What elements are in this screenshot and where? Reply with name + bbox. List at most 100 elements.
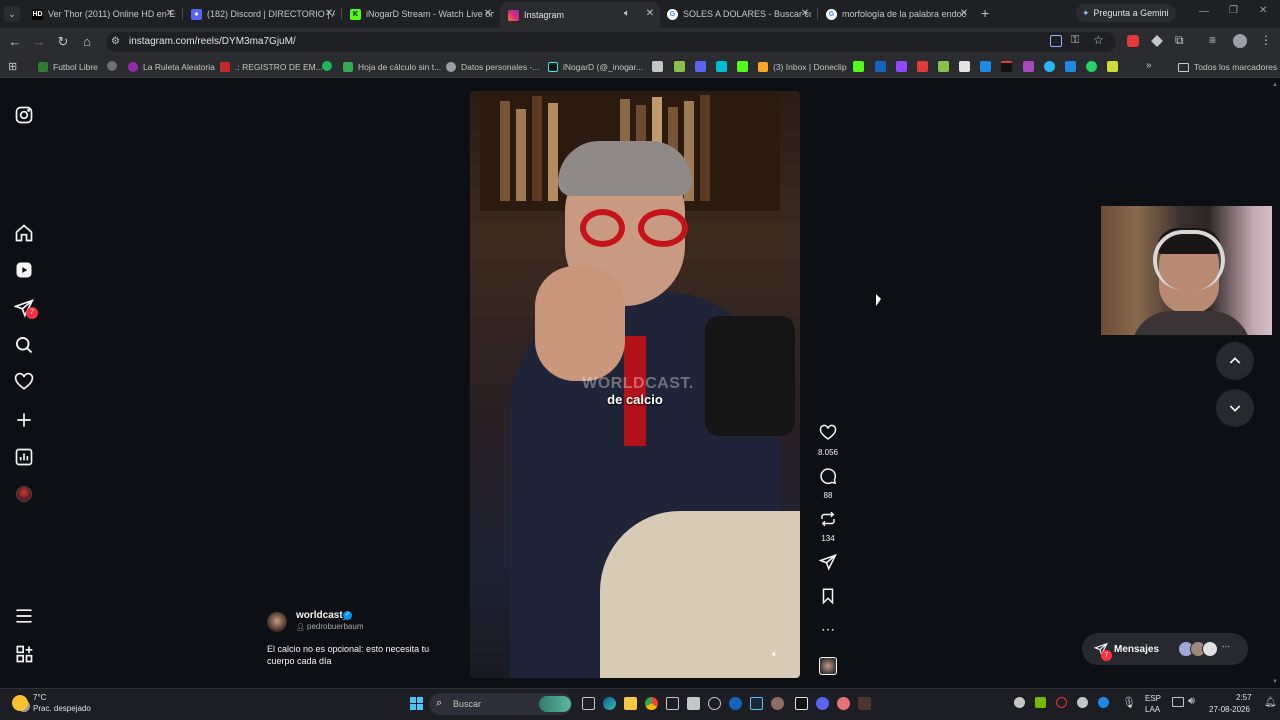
comment-button[interactable]: 88 xyxy=(812,467,844,500)
close-window-button[interactable]: ✕ xyxy=(1259,5,1267,16)
tray-icon-3[interactable] xyxy=(1098,697,1109,708)
bookmark-icon-6[interactable] xyxy=(875,61,886,72)
password-key-icon[interactable]: ⚿ xyxy=(1071,34,1079,47)
reading-list-icon[interactable]: ≡ xyxy=(1209,33,1216,47)
tab-kick[interactable]: K iNogarD Stream - Watch Live on ✕ xyxy=(350,4,494,24)
discord-taskbar-icon[interactable] xyxy=(816,697,829,710)
capcut-icon[interactable] xyxy=(795,697,808,710)
create-plus-icon[interactable] xyxy=(14,410,34,430)
audio-credit[interactable]: pedrobuerbaum xyxy=(307,622,363,631)
tab-discord[interactable]: ● (182) Discord | DIRECTORIO | Al ✕ xyxy=(191,4,335,24)
home-icon[interactable] xyxy=(14,223,34,243)
share-button[interactable] xyxy=(812,553,844,576)
file-explorer-icon[interactable] xyxy=(624,697,637,710)
tray-steam-icon[interactable] xyxy=(1077,697,1088,708)
bookmark-icon-4[interactable] xyxy=(716,61,727,72)
whatsapp-bookmark-icon[interactable] xyxy=(1086,61,1097,72)
reel-video[interactable]: WORLDCAST. de calcio 🔈︎ xyxy=(470,91,800,678)
bookmark-icon-7[interactable] xyxy=(917,61,928,72)
more-apps-icon[interactable] xyxy=(14,644,34,664)
bookmark-icon-1[interactable] xyxy=(652,61,663,72)
bookmark-icon-2[interactable] xyxy=(674,61,685,72)
author-username[interactable]: worldcast_ xyxy=(296,610,348,621)
bookmark-icon-13[interactable] xyxy=(1044,61,1055,72)
kick-bookmark-icon[interactable] xyxy=(737,61,748,72)
bookmark-hoja-calculo[interactable]: Hoja de cálculo sin t... xyxy=(343,60,441,74)
network-icon[interactable] xyxy=(1172,697,1184,707)
clock-time[interactable]: 2:57 xyxy=(1236,693,1252,702)
notifications-heart-icon[interactable] xyxy=(14,372,34,392)
url-text[interactable]: instagram.com/reels/DYM3ma7GjuM/ xyxy=(129,36,296,47)
install-app-icon[interactable] xyxy=(1050,35,1062,47)
extensions-puzzle-icon[interactable]: ⧉ xyxy=(1175,33,1184,48)
bookmark-icon-12[interactable] xyxy=(1023,61,1034,72)
bookmark-datos-personales[interactable]: Datos personales -... xyxy=(446,60,539,74)
close-tab-icon[interactable]: ✕ xyxy=(799,8,811,19)
app-icon-7[interactable] xyxy=(858,697,871,710)
close-tab-icon[interactable]: ✕ xyxy=(958,8,970,19)
steam-icon[interactable] xyxy=(750,697,763,710)
windows-start-icon[interactable] xyxy=(410,697,423,710)
reels-icon[interactable] xyxy=(14,260,34,280)
weather-temp[interactable]: 7°C xyxy=(33,693,46,702)
next-reel-button[interactable] xyxy=(1216,389,1254,427)
microphone-icon[interactable]: 🎙︎ xyxy=(1122,696,1136,709)
nvidia-icon[interactable] xyxy=(1035,697,1046,708)
weather-icon[interactable] xyxy=(12,695,28,711)
bookmark-icon-14[interactable] xyxy=(1065,61,1076,72)
instagram-logo-icon[interactable] xyxy=(14,105,34,125)
repost-button[interactable]: 134 xyxy=(812,510,844,543)
bookmark-icon-11[interactable] xyxy=(1001,61,1012,72)
app-icon-2[interactable] xyxy=(687,697,700,710)
bookmark-icon-10[interactable] xyxy=(980,61,991,72)
speaker-icon[interactable]: 🔈︎ xyxy=(624,8,630,19)
close-tab-icon[interactable]: ✕ xyxy=(323,8,335,19)
menu-icon[interactable] xyxy=(14,606,34,626)
bookmark-icon-9[interactable] xyxy=(959,61,970,72)
bookmark-futbol-libre[interactable]: Futbol Libre xyxy=(38,60,98,74)
chrome-taskbar-icon[interactable] xyxy=(645,697,658,710)
edge-icon[interactable] xyxy=(603,697,616,710)
bookmark-ruleta[interactable]: La Ruleta Aleatoria xyxy=(128,60,215,74)
lang-top[interactable]: ESP xyxy=(1145,694,1161,703)
close-tab-icon[interactable]: ✕ xyxy=(644,8,656,19)
reload-icon[interactable]: ↻ xyxy=(55,34,71,50)
page-scrollbar[interactable] xyxy=(1272,80,1280,688)
bookmark-icon-5[interactable] xyxy=(853,61,864,72)
tray-icon-2[interactable] xyxy=(1056,697,1067,708)
bookmark-tiktok[interactable]: iNogarD (@_inogar... xyxy=(548,60,643,74)
scroll-up-arrow[interactable]: ▲ xyxy=(1272,82,1278,88)
app-icon-1[interactable] xyxy=(666,697,679,710)
scroll-down-arrow[interactable]: ▼ xyxy=(1272,679,1278,685)
previous-reel-button[interactable] xyxy=(1216,342,1254,380)
tab-google-soles[interactable]: G SOLES A DOLARES - Buscar con ✕ xyxy=(667,4,811,24)
app-icon-4[interactable] xyxy=(729,697,742,710)
notification-bell-icon[interactable]: 🔔︎ xyxy=(1264,697,1277,708)
tab-google-morfologia[interactable]: G morfología de la palabra endoc ✕ xyxy=(826,4,970,24)
adblock-extension-icon[interactable] xyxy=(1127,35,1139,47)
clock-date[interactable]: 27-08-2026 xyxy=(1209,705,1250,714)
home-button-icon[interactable]: ⌂ xyxy=(79,34,95,50)
bookmark-icon-15[interactable] xyxy=(1107,61,1118,72)
bookmark-registro[interactable]: .: REGISTRO DE EM... xyxy=(220,60,323,74)
weather-desc[interactable]: Prac. despejado xyxy=(33,704,91,713)
mute-speaker-icon[interactable]: 🔈︎ xyxy=(772,649,778,660)
gemini-button[interactable]: ✦ Pregunta a Gemini xyxy=(1076,4,1176,22)
forward-icon[interactable]: → xyxy=(31,34,47,50)
minimize-button[interactable]: — xyxy=(1199,6,1209,17)
bookmark-icon-8[interactable] xyxy=(938,61,949,72)
tab-instagram[interactable]: Instagram 🔈︎ ✕ xyxy=(500,2,660,28)
app-icon-3[interactable] xyxy=(708,697,721,710)
apps-grid-icon[interactable]: ⊞ xyxy=(8,60,17,73)
like-button[interactable]: 8.056 xyxy=(812,424,844,457)
app-icon-5[interactable] xyxy=(771,697,784,710)
all-bookmarks-folder[interactable]: Todos los marcadores xyxy=(1178,60,1277,74)
volume-icon[interactable]: 🔊︎ xyxy=(1188,695,1195,708)
audio-thumbnail[interactable] xyxy=(819,657,837,675)
tray-icon-1[interactable] xyxy=(1014,697,1025,708)
bookmark-icon-only[interactable] xyxy=(107,61,117,71)
maximize-button[interactable]: ❐ xyxy=(1229,5,1238,16)
more-bookmarks-icon[interactable]: » xyxy=(1146,60,1152,71)
back-icon[interactable]: ← xyxy=(7,34,23,50)
search-icon[interactable] xyxy=(14,335,34,355)
